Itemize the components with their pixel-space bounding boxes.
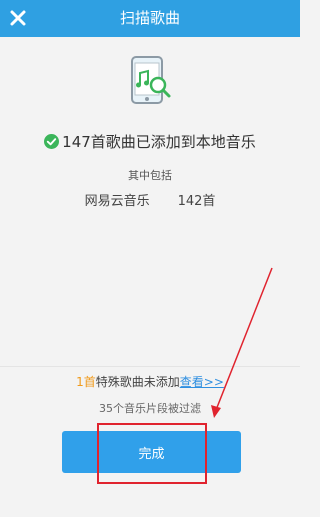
source-count: 142首	[177, 194, 216, 209]
result-message: 147首歌曲已添加到本地音乐	[62, 132, 256, 151]
source-name: 网易云音乐	[84, 194, 150, 209]
special-songs-row: 1首特殊歌曲未添加查看>>	[0, 373, 300, 390]
special-count: 1首	[76, 375, 96, 389]
annotation-highlight-box	[97, 423, 207, 484]
page-title: 扫描歌曲	[119, 9, 180, 27]
phone-music-search-icon	[131, 56, 171, 104]
special-text: 特殊歌曲未添加	[95, 375, 180, 389]
check-circle-icon	[44, 133, 60, 149]
include-label: 其中包括	[128, 169, 172, 182]
divider	[0, 366, 300, 367]
filtered-text: 35个音乐片段被过滤	[99, 402, 201, 415]
source-row: 网易云音乐 142首	[0, 190, 300, 210]
top-bar: 扫描歌曲	[0, 0, 300, 37]
view-link[interactable]: 查看>>	[180, 375, 224, 389]
scan-result: 147首歌曲已添加到本地音乐	[0, 128, 300, 154]
